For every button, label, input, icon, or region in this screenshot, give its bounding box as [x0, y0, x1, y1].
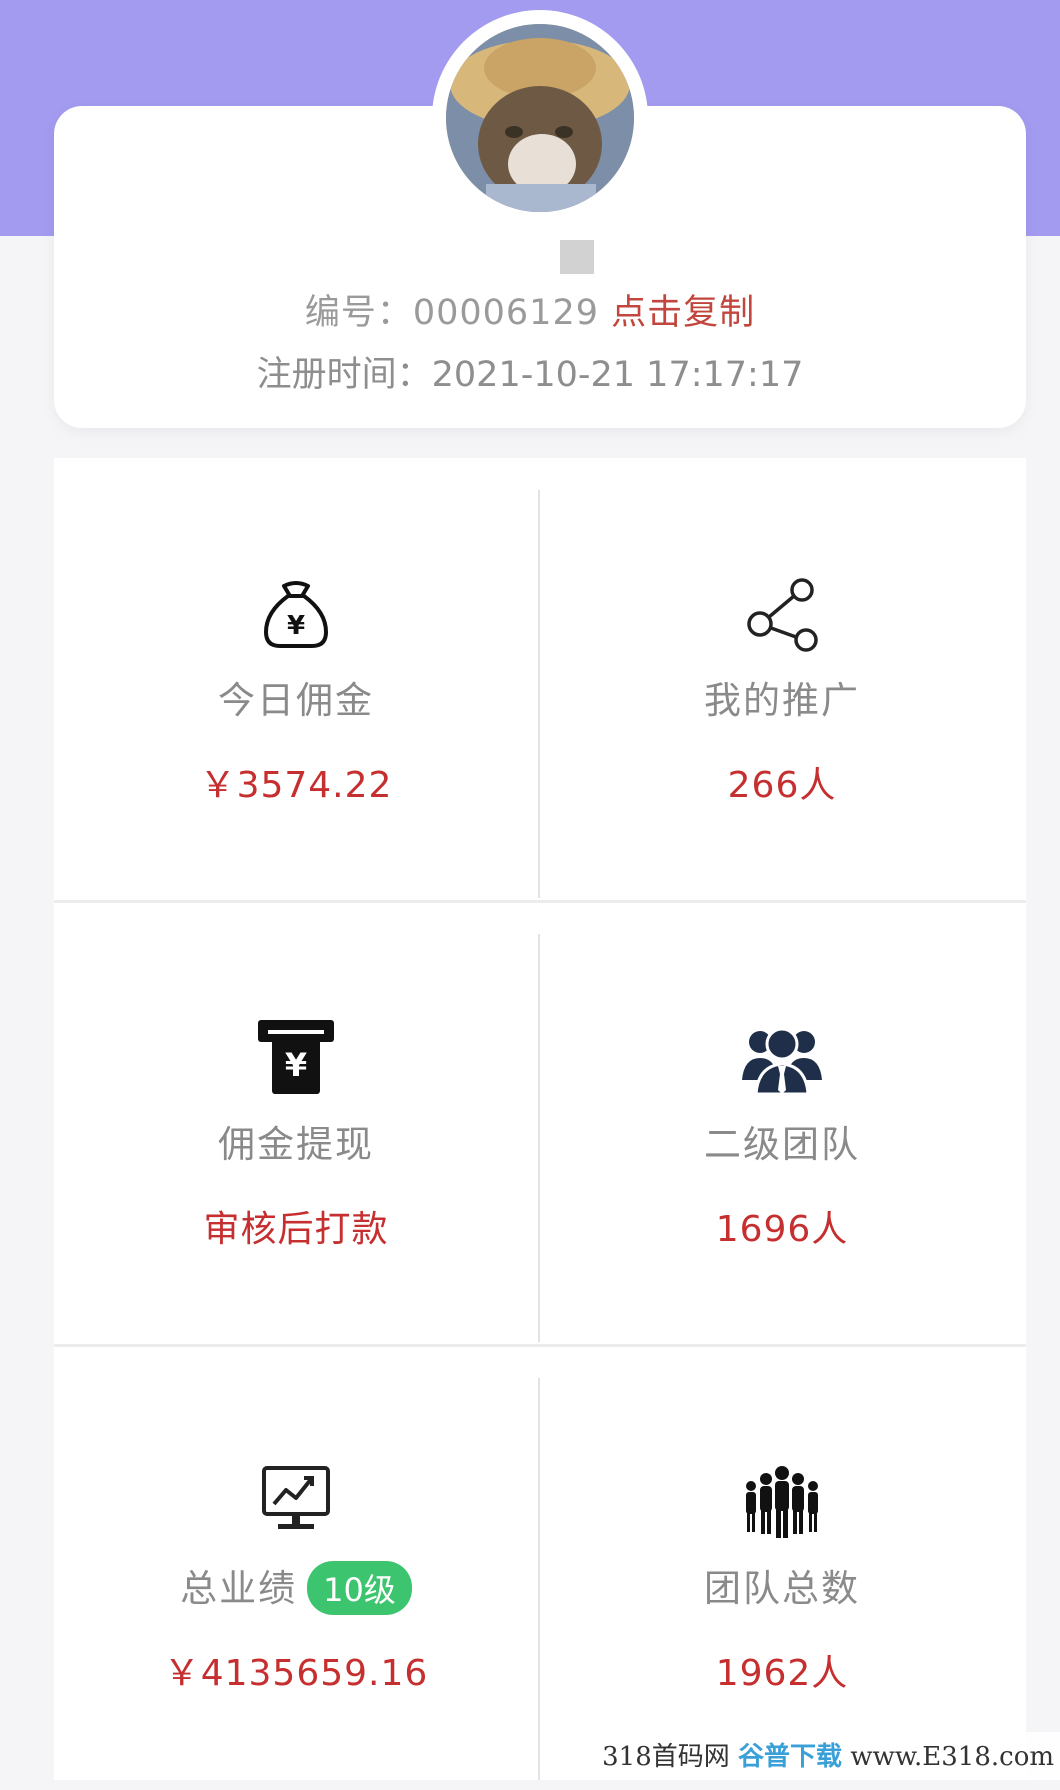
stat-card-my-referrals[interactable]: 我的推广 266人 — [540, 458, 1024, 902]
stat-value: 266人 — [727, 765, 837, 806]
user-id-value: 00006129 — [412, 293, 599, 333]
people-group-icon — [540, 1464, 1024, 1540]
stat-label: 总业绩 — [180, 1567, 298, 1610]
stat-label: 二级团队 — [704, 1123, 860, 1166]
user-id-label: 编号： — [304, 293, 413, 333]
share-icon — [540, 576, 1024, 652]
avatar[interactable] — [446, 24, 634, 212]
svg-text:¥: ¥ — [285, 1046, 307, 1084]
stat-card-withdraw[interactable]: ¥ 佣金提现 审核后打款 — [54, 902, 538, 1346]
watermark-brand: 谷普下载 — [738, 1742, 843, 1772]
stat-value: 审核后打款 — [203, 1209, 389, 1250]
svg-text:¥: ¥ — [287, 611, 305, 641]
level-badge: 10级 — [307, 1561, 412, 1615]
stat-value: ￥4135659.16 — [163, 1653, 429, 1694]
cat-avatar-image — [446, 24, 634, 212]
registration-time-value: 2021-10-21 17:17:17 — [431, 355, 804, 395]
copy-id-link[interactable]: 点击复制 — [611, 293, 755, 333]
stat-card-today-commission[interactable]: ¥ 今日佣金 ￥3574.22 — [54, 458, 538, 902]
stat-label-row: 总业绩 10级 — [54, 1558, 538, 1615]
stat-card-total-performance[interactable]: 总业绩 10级 ￥4135659.16 — [54, 1346, 538, 1790]
team-icon — [540, 1020, 1024, 1096]
nickname-redacted — [560, 240, 594, 274]
stat-label: 佣金提现 — [218, 1123, 374, 1166]
user-id-row: 编号：00006129 点击复制 — [0, 284, 1060, 335]
watermark-text: 318首码网 — [602, 1742, 730, 1772]
stat-card-second-level-team[interactable]: 二级团队 1696人 — [540, 902, 1024, 1346]
withdraw-icon: ¥ — [54, 1020, 538, 1096]
stat-label: 团队总数 — [704, 1567, 860, 1610]
stat-card-team-total[interactable]: 团队总数 1962人 — [540, 1346, 1024, 1790]
watermark-url: www.E318.com — [850, 1742, 1054, 1772]
performance-chart-icon — [54, 1464, 538, 1540]
site-watermark: 318首码网 谷普下载 www.E318.com — [594, 1732, 1060, 1780]
registration-time-label: 注册时间： — [256, 355, 432, 395]
stat-value: 1962人 — [715, 1653, 849, 1694]
stat-label: 今日佣金 — [218, 679, 374, 722]
stat-value: ￥3574.22 — [199, 765, 393, 806]
registration-time-row: 注册时间：2021-10-21 17:17:17 — [0, 346, 1060, 397]
stat-label: 我的推广 — [704, 679, 860, 722]
stat-value: 1696人 — [715, 1209, 849, 1250]
money-bag-icon: ¥ — [54, 576, 538, 652]
